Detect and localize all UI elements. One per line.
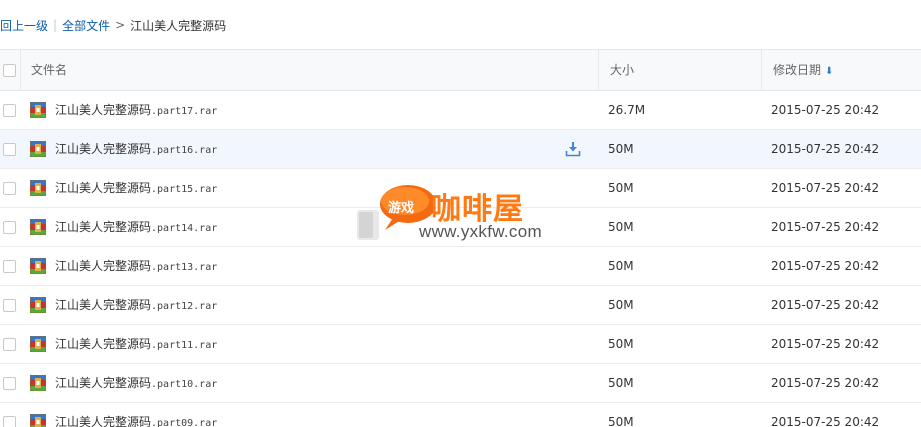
file-name-extension: .part11.rar bbox=[151, 340, 218, 351]
row-checkbox[interactable] bbox=[3, 104, 16, 117]
sort-desc-arrow-icon[interactable]: ⬇ bbox=[825, 66, 833, 77]
breadcrumb-current-folder: 江山美人完整源码 bbox=[130, 18, 227, 33]
breadcrumb: 回上一级 | 全部文件 > 江山美人完整源码 bbox=[0, 16, 226, 34]
file-name-extension: .part09.rar bbox=[151, 418, 218, 427]
column-header-size-label: 大小 bbox=[610, 63, 635, 77]
file-size: 50M bbox=[608, 337, 634, 351]
rar-archive-icon bbox=[30, 297, 46, 313]
column-header-size[interactable]: 大小 bbox=[610, 50, 634, 90]
file-name-base: 江山美人完整源码 bbox=[55, 220, 152, 234]
file-name-link[interactable]: 江山美人完整源码.part17.rar bbox=[55, 91, 217, 129]
file-date: 2015-07-25 20:42 bbox=[771, 298, 880, 312]
file-name-link[interactable]: 江山美人完整源码.part14.rar bbox=[55, 208, 217, 246]
file-date: 2015-07-25 20:42 bbox=[771, 337, 880, 351]
rar-archive-icon bbox=[30, 414, 46, 427]
file-name-base: 江山美人完整源码 bbox=[55, 181, 152, 195]
row-checkbox[interactable] bbox=[3, 221, 16, 234]
file-date: 2015-07-25 20:42 bbox=[771, 220, 880, 234]
file-row[interactable]: 江山美人完整源码.part10.rar 50M 2015-07-25 20:42 bbox=[0, 364, 921, 403]
file-date: 2015-07-25 20:42 bbox=[771, 415, 880, 427]
file-row[interactable]: 江山美人完整源码.part11.rar 50M 2015-07-25 20:42 bbox=[0, 325, 921, 364]
breadcrumb-separator: | bbox=[53, 18, 58, 32]
file-name-link[interactable]: 江山美人完整源码.part09.rar bbox=[55, 403, 217, 427]
file-name-link[interactable]: 江山美人完整源码.part12.rar bbox=[55, 286, 217, 324]
row-checkbox[interactable] bbox=[3, 299, 16, 312]
column-header-name-label: 文件名 bbox=[31, 63, 68, 77]
file-browser: 回上一级 | 全部文件 > 江山美人完整源码 文件名 大小 修改日期 ⬇ 江山美… bbox=[0, 0, 921, 427]
file-name-link[interactable]: 江山美人完整源码.part16.rar bbox=[55, 130, 217, 168]
row-checkbox[interactable] bbox=[3, 143, 16, 156]
row-checkbox[interactable] bbox=[3, 377, 16, 390]
rar-archive-icon bbox=[30, 102, 46, 118]
rar-archive-icon bbox=[30, 375, 46, 391]
file-date: 2015-07-25 20:42 bbox=[771, 142, 880, 156]
file-name-link[interactable]: 江山美人完整源码.part10.rar bbox=[55, 364, 217, 402]
rar-archive-icon bbox=[30, 141, 46, 157]
rar-archive-icon bbox=[30, 258, 46, 274]
file-name-extension: .part16.rar bbox=[151, 145, 218, 156]
file-name-link[interactable]: 江山美人完整源码.part13.rar bbox=[55, 247, 217, 285]
file-date: 2015-07-25 20:42 bbox=[771, 103, 880, 117]
file-name-link[interactable]: 江山美人完整源码.part15.rar bbox=[55, 169, 217, 207]
file-name-extension: .part15.rar bbox=[151, 184, 218, 195]
breadcrumb-all-files-link[interactable]: 全部文件 bbox=[62, 17, 110, 34]
file-name-base: 江山美人完整源码 bbox=[55, 415, 152, 427]
file-row[interactable]: 江山美人完整源码.part17.rar 26.7M 2015-07-25 20:… bbox=[0, 91, 921, 130]
file-row[interactable]: 江山美人完整源码.part12.rar 50M 2015-07-25 20:42 bbox=[0, 286, 921, 325]
row-checkbox[interactable] bbox=[3, 182, 16, 195]
file-name-extension: .part12.rar bbox=[151, 301, 218, 312]
file-row[interactable]: 江山美人完整源码.part15.rar 50M 2015-07-25 20:42 bbox=[0, 169, 921, 208]
row-checkbox[interactable] bbox=[3, 416, 16, 427]
file-list: 江山美人完整源码.part17.rar 26.7M 2015-07-25 20:… bbox=[0, 91, 921, 427]
file-size: 26.7M bbox=[608, 103, 646, 117]
file-name-extension: .part17.rar bbox=[151, 106, 218, 117]
select-all-checkbox[interactable] bbox=[3, 64, 16, 77]
rar-archive-icon bbox=[30, 219, 46, 235]
breadcrumb-back-link[interactable]: 回上一级 bbox=[0, 17, 48, 34]
file-name-extension: .part13.rar bbox=[151, 262, 218, 273]
file-date: 2015-07-25 20:42 bbox=[771, 181, 880, 195]
file-size: 50M bbox=[608, 142, 634, 156]
file-name-base: 江山美人完整源码 bbox=[55, 142, 152, 156]
file-name-base: 江山美人完整源码 bbox=[55, 337, 152, 351]
file-row[interactable]: 江山美人完整源码.part09.rar 50M 2015-07-25 20:42 bbox=[0, 403, 921, 427]
download-icon[interactable] bbox=[565, 141, 581, 157]
file-size: 50M bbox=[608, 220, 634, 234]
file-name-link[interactable]: 江山美人完整源码.part11.rar bbox=[55, 325, 217, 363]
file-size: 50M bbox=[608, 259, 634, 273]
column-divider bbox=[761, 50, 762, 91]
column-header-date-label: 修改日期 bbox=[773, 63, 822, 77]
file-name-extension: .part14.rar bbox=[151, 223, 218, 234]
file-row[interactable]: 江山美人完整源码.part14.rar 50M 2015-07-25 20:42 bbox=[0, 208, 921, 247]
rar-archive-icon bbox=[30, 336, 46, 352]
column-header-name[interactable]: 文件名 bbox=[31, 50, 67, 90]
file-list-header: 文件名 大小 修改日期 ⬇ bbox=[0, 49, 921, 91]
file-row[interactable]: 江山美人完整源码.part16.rar 50M 2015-07-25 20:42 bbox=[0, 130, 921, 169]
file-size: 50M bbox=[608, 298, 634, 312]
file-size: 50M bbox=[608, 181, 634, 195]
column-divider bbox=[598, 50, 599, 91]
file-name-base: 江山美人完整源码 bbox=[55, 298, 152, 312]
file-size: 50M bbox=[608, 415, 634, 427]
file-name-base: 江山美人完整源码 bbox=[55, 103, 152, 117]
file-name-base: 江山美人完整源码 bbox=[55, 376, 152, 390]
breadcrumb-arrow: > bbox=[115, 18, 126, 32]
file-size: 50M bbox=[608, 376, 634, 390]
row-checkbox[interactable] bbox=[3, 260, 16, 273]
row-checkbox[interactable] bbox=[3, 338, 16, 351]
column-header-date[interactable]: 修改日期 ⬇ bbox=[773, 50, 833, 90]
file-date: 2015-07-25 20:42 bbox=[771, 376, 880, 390]
rar-archive-icon bbox=[30, 180, 46, 196]
file-name-extension: .part10.rar bbox=[151, 379, 218, 390]
column-divider bbox=[20, 50, 21, 91]
file-date: 2015-07-25 20:42 bbox=[771, 259, 880, 273]
file-row[interactable]: 江山美人完整源码.part13.rar 50M 2015-07-25 20:42 bbox=[0, 247, 921, 286]
file-name-base: 江山美人完整源码 bbox=[55, 259, 152, 273]
